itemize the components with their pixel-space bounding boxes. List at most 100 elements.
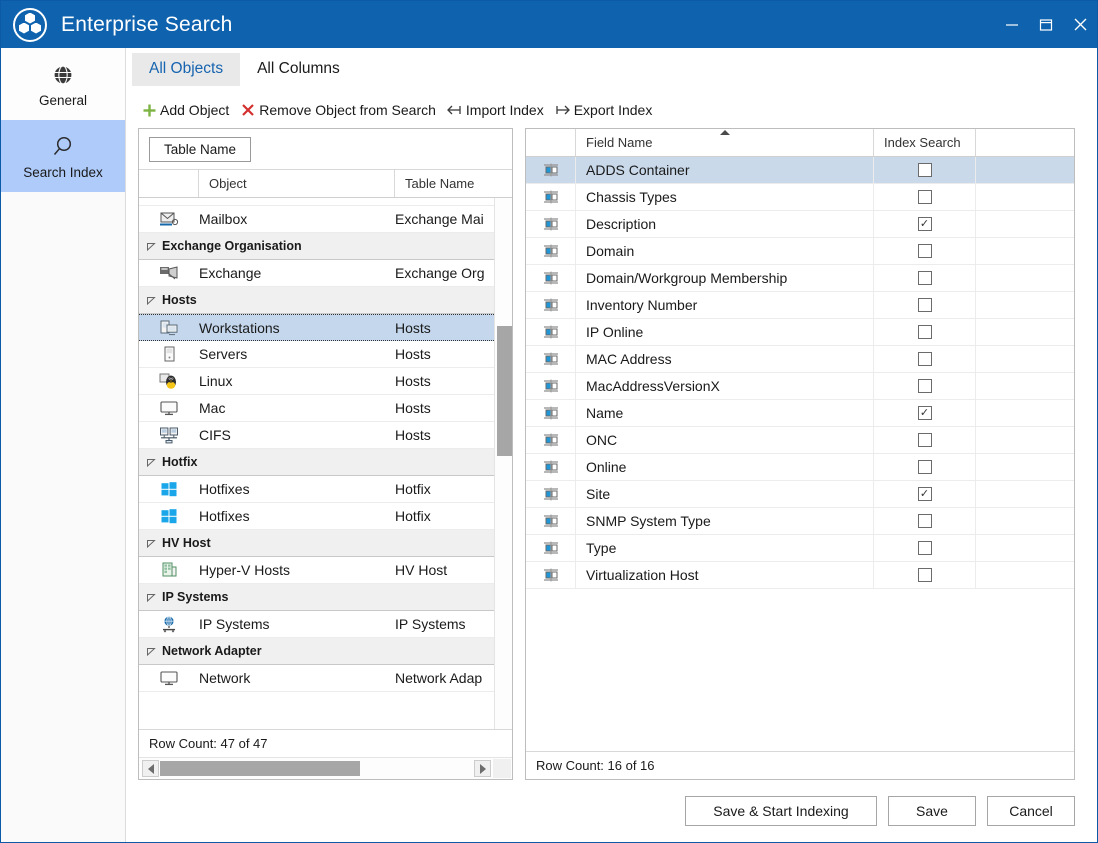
fields-grid-body[interactable]: ADDS Container Chassis Types Description ✓ D… — [526, 157, 1074, 751]
checkbox-unchecked[interactable] — [917, 460, 932, 474]
table-row[interactable]: Mailbox Exchange Mai — [139, 206, 494, 233]
group-header-row[interactable]: Hotfix — [139, 449, 494, 476]
collapse-caret-icon[interactable] — [145, 240, 157, 252]
table-row[interactable]: Domain/Workgroup Membership — [526, 265, 1074, 292]
column-header-field-name[interactable]: Field Name — [576, 129, 874, 156]
table-row[interactable]: Virtualization Host — [526, 562, 1074, 589]
group-header-row[interactable]: HV Host — [139, 530, 494, 557]
table-row[interactable]: Hotfixes Hotfix — [139, 503, 494, 530]
table-row[interactable]: Online — [526, 454, 1074, 481]
objects-horizontal-scrollbar[interactable] — [139, 757, 512, 779]
cell-index-search[interactable] — [874, 373, 976, 399]
table-row[interactable]: Exchange Exchange Org — [139, 260, 494, 287]
remove-object-button[interactable]: Remove Object from Search — [237, 99, 442, 121]
cell-index-search[interactable]: ✓ — [874, 211, 976, 237]
cell-index-search[interactable] — [874, 427, 976, 453]
checkbox-unchecked[interactable] — [917, 244, 932, 258]
table-row[interactable]: Hyper-V Hosts HV Host — [139, 557, 494, 584]
cell-index-search[interactable] — [874, 292, 976, 318]
checkbox-unchecked[interactable] — [917, 271, 932, 285]
column-header-table-name[interactable]: Table Name — [395, 170, 494, 197]
collapse-caret-icon[interactable] — [145, 645, 157, 657]
checkbox-unchecked[interactable] — [917, 514, 932, 528]
checkbox-checked[interactable]: ✓ — [917, 217, 932, 231]
table-row[interactable]: ADDS Container — [526, 157, 1074, 184]
cell-index-search[interactable] — [874, 535, 976, 561]
checkbox-checked[interactable]: ✓ — [917, 487, 932, 501]
sidebar-item-general[interactable]: General — [1, 48, 125, 120]
scroll-right-button[interactable] — [474, 760, 491, 777]
checkbox-unchecked[interactable] — [917, 352, 932, 366]
maximize-icon[interactable] — [1029, 10, 1063, 40]
checkbox-unchecked[interactable] — [917, 325, 932, 339]
objects-grid-body[interactable]: Mailbox Exchange Mai Exchange Organisation… — [139, 198, 512, 729]
cell-index-search[interactable] — [874, 157, 976, 183]
collapse-caret-icon[interactable] — [145, 537, 157, 549]
scroll-left-button[interactable] — [142, 760, 159, 777]
checkbox-unchecked[interactable] — [917, 379, 932, 393]
sidebar-item-search-index[interactable]: Search Index — [1, 120, 125, 192]
group-header-row[interactable]: Exchange Organisation — [139, 233, 494, 260]
cancel-button[interactable]: Cancel — [987, 796, 1075, 826]
checkbox-unchecked[interactable] — [917, 190, 932, 204]
cell-index-search[interactable] — [874, 184, 976, 210]
checkbox-unchecked[interactable] — [917, 163, 932, 177]
table-row[interactable]: Domain — [526, 238, 1074, 265]
cell-index-search[interactable] — [874, 346, 976, 372]
column-header-object[interactable]: Object — [199, 170, 395, 197]
table-row[interactable]: Chassis Types — [526, 184, 1074, 211]
table-row[interactable]: Type — [526, 535, 1074, 562]
tab-all-objects[interactable]: All Objects — [132, 53, 241, 86]
table-row[interactable]: IP Online — [526, 319, 1074, 346]
save-button[interactable]: Save — [888, 796, 976, 826]
cell-index-search[interactable]: ✓ — [874, 400, 976, 426]
minimize-icon[interactable] — [995, 10, 1029, 40]
table-row[interactable]: Network Network Adap — [139, 665, 494, 692]
group-header-row[interactable]: Network Adapter — [139, 638, 494, 665]
table-row[interactable]: IP Systems IP Systems — [139, 611, 494, 638]
table-row[interactable]: Mac Hosts — [139, 395, 494, 422]
tab-all-columns[interactable]: All Columns — [240, 53, 357, 86]
table-row[interactable]: Name ✓ — [526, 400, 1074, 427]
column-header-icon[interactable] — [526, 129, 576, 156]
checkbox-unchecked[interactable] — [917, 541, 932, 555]
add-object-button[interactable]: Add Object — [138, 99, 235, 121]
table-row[interactable]: MAC Address — [526, 346, 1074, 373]
cell-index-search[interactable]: ✓ — [874, 481, 976, 507]
column-header-blank[interactable] — [976, 129, 1074, 156]
scroll-thumb[interactable] — [497, 326, 512, 456]
column-header-icon[interactable] — [139, 170, 199, 197]
table-row[interactable]: ONC — [526, 427, 1074, 454]
import-index-button[interactable]: Import Index — [444, 99, 550, 121]
cell-index-search[interactable] — [874, 238, 976, 264]
table-row[interactable]: Workstations Hosts — [139, 314, 494, 341]
group-chip-table-name[interactable]: Table Name — [149, 136, 252, 162]
checkbox-checked[interactable]: ✓ — [917, 406, 932, 420]
objects-vertical-scrollbar[interactable] — [494, 198, 512, 729]
checkbox-unchecked[interactable] — [917, 298, 932, 312]
table-row[interactable]: CIFS Hosts — [139, 422, 494, 449]
checkbox-unchecked[interactable] — [917, 568, 932, 582]
table-row[interactable]: Hotfixes Hotfix — [139, 476, 494, 503]
table-row[interactable]: Description ✓ — [526, 211, 1074, 238]
save-and-start-indexing-button[interactable]: Save & Start Indexing — [685, 796, 877, 826]
collapse-caret-icon[interactable] — [145, 456, 157, 468]
table-row[interactable]: Inventory Number — [526, 292, 1074, 319]
table-row[interactable]: Site ✓ — [526, 481, 1074, 508]
cell-index-search[interactable] — [874, 562, 976, 588]
table-row[interactable]: MacAddressVersionX — [526, 373, 1074, 400]
table-row[interactable]: Linux Hosts — [139, 368, 494, 395]
table-row[interactable]: SNMP System Type — [526, 508, 1074, 535]
cell-index-search[interactable] — [874, 319, 976, 345]
group-header-row[interactable]: IP Systems — [139, 584, 494, 611]
export-index-button[interactable]: Export Index — [552, 99, 659, 121]
group-by-box[interactable]: Table Name — [139, 129, 512, 170]
checkbox-unchecked[interactable] — [917, 433, 932, 447]
cell-index-search[interactable] — [874, 508, 976, 534]
group-header-row[interactable]: Hosts — [139, 287, 494, 314]
cell-index-search[interactable] — [874, 265, 976, 291]
collapse-caret-icon[interactable] — [145, 591, 157, 603]
table-row[interactable]: Servers Hosts — [139, 341, 494, 368]
hscroll-thumb[interactable] — [160, 761, 360, 776]
column-header-index-search[interactable]: Index Search — [874, 129, 976, 156]
